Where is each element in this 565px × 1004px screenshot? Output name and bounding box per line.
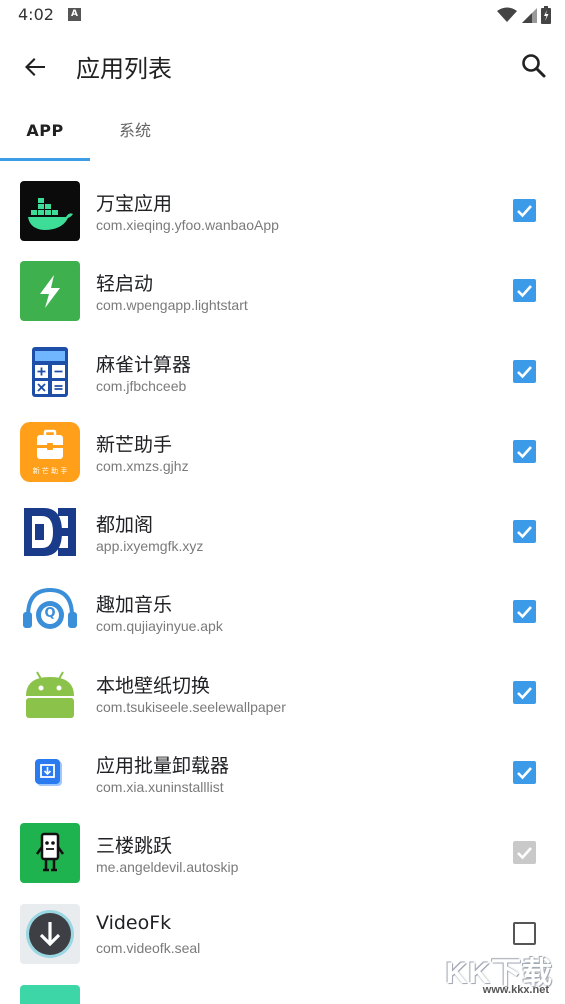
partial-app-icon [20, 985, 80, 1004]
app-package: me.angeldevil.autoskip [96, 859, 239, 876]
app-checkbox[interactable] [513, 439, 536, 463]
list-item[interactable]: 三楼跳跃 me.angeldevil.autoskip [0, 812, 565, 892]
app-checkbox[interactable] [513, 921, 536, 945]
search-icon [522, 54, 546, 78]
app-checkbox[interactable] [513, 520, 536, 544]
app-name: 趣加音乐 [96, 594, 173, 617]
app-name: 万宝应用 [96, 193, 173, 215]
dg-logo-icon [20, 502, 80, 563]
app-name: 新芒助手 [96, 433, 173, 456]
app-checkbox[interactable] [513, 600, 536, 624]
list-item[interactable]: 应用批量卸载器 com.xia.xuninstalllist [0, 732, 565, 812]
app-checkbox[interactable] [513, 761, 536, 785]
status-icons [497, 6, 551, 24]
list-item[interactable]: 本地壁纸切换 com.tsukiseele.seelewallpaper [0, 652, 565, 732]
app-name: 本地壁纸切换 [96, 674, 211, 697]
icon-caption: 新 芒 助 手 [32, 466, 68, 475]
list-item[interactable]: 麻雀计算器 com.jfbchceeb [0, 331, 565, 411]
uninstall-icon [20, 743, 80, 804]
checkmark-icon [517, 365, 532, 378]
tab-bar: APP 系统 [0, 105, 565, 161]
notification-a-icon: A [68, 8, 81, 21]
app-package: com.jfbchceeb [96, 377, 187, 394]
checkmark-icon [517, 686, 532, 700]
app-name: 三楼跳跃 [96, 835, 173, 858]
app-checkbox[interactable] [513, 279, 536, 303]
checkmark-icon [517, 847, 532, 860]
app-package: com.wpengapp.lightstart [96, 297, 248, 314]
checkmark-icon [517, 767, 532, 780]
calculator-icon [20, 341, 80, 402]
app-package: com.xia.xuninstalllist [96, 779, 224, 796]
list-item[interactable]: 轻启动 com.wpengapp.lightstart [0, 250, 565, 330]
back-button[interactable] [18, 50, 52, 84]
tab-system[interactable]: 系统 [90, 105, 180, 161]
docker-whale-icon [20, 181, 80, 241]
app-package: com.xieqing.yfoo.wanbaoApp [96, 217, 279, 233]
app-name: 应用批量卸载器 [96, 755, 230, 778]
app-checkbox[interactable] [513, 359, 536, 383]
app-name: 麻雀计算器 [96, 353, 192, 376]
battery-icon [541, 6, 551, 24]
arrow-back-icon [25, 58, 45, 76]
robot-skip-icon [20, 823, 80, 884]
status-bar: 4:02 A [0, 0, 565, 32]
watermark-url: www.kkx.net [482, 984, 549, 996]
checkmark-icon [517, 526, 532, 539]
app-name: 都加阁 [96, 514, 154, 537]
search-button[interactable] [517, 49, 551, 83]
checkmark-icon [517, 606, 532, 619]
tab-app[interactable]: APP [0, 105, 90, 161]
checkmark-icon [517, 446, 532, 459]
list-item[interactable]: Q 趣加音乐 com.qujiayinyue.apk [0, 571, 565, 651]
icon-letter: Q [44, 606, 56, 622]
page-title: 应用列表 [76, 55, 172, 83]
app-checkbox-disabled [513, 841, 536, 865]
tab-indicator [0, 158, 90, 161]
watermark: KK下载 www.kkx.net [433, 948, 553, 1002]
app-name: VideoFk [96, 911, 172, 934]
download-arrow-icon [20, 903, 80, 964]
app-package: com.qujiayinyue.apk [96, 618, 223, 635]
app-list: 万宝应用 com.xieqing.yfoo.wanbaoApp 轻启动 com.… [0, 170, 565, 973]
status-time: 4:02 [18, 5, 54, 24]
app-bar: 应用列表 [0, 32, 565, 100]
android-robot-icon [20, 662, 80, 723]
list-item[interactable]: 新 芒 助 手 新芒助手 com.xmzs.gjhz [0, 411, 565, 491]
app-name: 轻启动 [96, 273, 154, 296]
app-package: com.tsukiseele.seelewallpaper [96, 698, 286, 715]
app-package: com.videofk.seal [96, 939, 201, 956]
list-item[interactable]: 万宝应用 com.xieqing.yfoo.wanbaoApp [0, 170, 565, 250]
app-package: app.ixyemgfk.xyz [96, 538, 204, 555]
signal-icon [522, 8, 537, 23]
checkmark-icon [517, 205, 532, 218]
list-item[interactable]: 都加阁 app.ixyemgfk.xyz [0, 491, 565, 571]
headphones-icon: Q [20, 582, 80, 643]
app-checkbox[interactable] [513, 199, 536, 222]
lightning-icon [20, 261, 80, 322]
checkmark-icon [517, 285, 532, 298]
briefcase-icon: 新 芒 助 手 [20, 421, 80, 482]
wifi-icon [497, 7, 517, 22]
app-checkbox[interactable] [513, 680, 536, 704]
app-package: com.xmzs.gjhz [96, 457, 189, 474]
